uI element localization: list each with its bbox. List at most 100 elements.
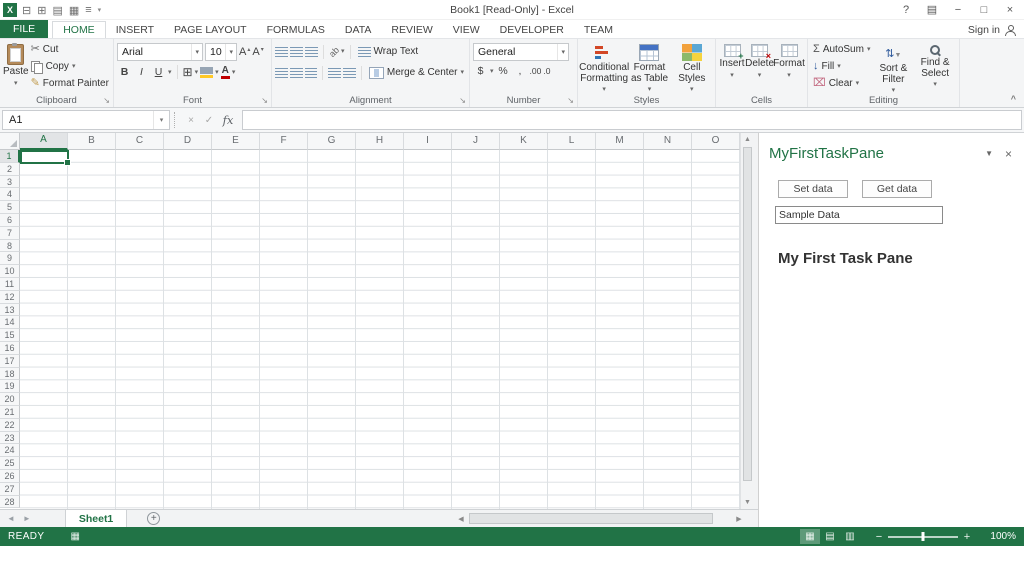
orientation-icon[interactable]: ab [327, 44, 341, 58]
cancel-icon[interactable]: × [182, 115, 200, 126]
merge-center-button[interactable]: Merge & Center ▾ [367, 64, 466, 81]
tab-insert[interactable]: INSERT [106, 21, 164, 38]
accounting-format-button[interactable]: $ [473, 65, 488, 77]
name-box-dropdown-icon[interactable]: ▾ [153, 111, 169, 129]
row-header-28[interactable]: 28 [0, 495, 20, 509]
tab-developer[interactable]: DEVELOPER [490, 21, 574, 38]
accounting-dropdown-icon[interactable]: ▾ [490, 68, 494, 75]
row-header-11[interactable]: 11 [0, 277, 20, 291]
tab-formulas[interactable]: FORMULAS [257, 21, 335, 38]
page-break-view-icon[interactable]: ▥ [840, 529, 860, 544]
font-size-combo[interactable]: 10 ▾ [205, 43, 237, 61]
column-header-A[interactable]: A [20, 133, 68, 150]
row-header-1[interactable]: 1 [0, 150, 20, 163]
column-header-K[interactable]: K [500, 133, 548, 150]
active-cell-selection[interactable] [20, 150, 71, 166]
increase-font-size-button[interactable]: A ▴ [239, 46, 250, 58]
tab-view[interactable]: VIEW [443, 21, 490, 38]
tab-team[interactable]: TEAM [574, 21, 623, 38]
paste-button[interactable]: Paste ▾ [3, 41, 29, 93]
column-header-M[interactable]: M [596, 133, 644, 150]
row-header-27[interactable]: 27 [0, 482, 20, 496]
name-box[interactable]: A1 ▾ [2, 110, 170, 130]
column-header-O[interactable]: O [692, 133, 740, 150]
formula-input[interactable] [242, 110, 1022, 130]
column-header-H[interactable]: H [356, 133, 404, 150]
underline-dropdown-icon[interactable]: ▾ [168, 69, 172, 76]
scroll-right-icon[interactable]: ▶ [733, 515, 745, 523]
select-all-corner[interactable] [0, 133, 20, 150]
task-pane-options-icon[interactable]: ▼ [985, 147, 993, 161]
column-header-N[interactable]: N [644, 133, 692, 150]
worksheet-grid[interactable]: ABCDEFGHIJKLMNO 1 2 3 4 5 6 7 8 9 10 11 12 13 14 15 16 1… [0, 133, 754, 509]
horizontal-scrollbar-thumb[interactable] [469, 513, 713, 524]
row-header-22[interactable]: 22 [0, 418, 20, 432]
tab-data[interactable]: DATA [335, 21, 381, 38]
sheet-tab-sheet1[interactable]: Sheet1 [64, 510, 128, 527]
macro-record-icon[interactable]: ▦ [70, 531, 79, 542]
zoom-level[interactable]: 100% [984, 531, 1016, 542]
comma-style-button[interactable]: , [513, 65, 528, 77]
increase-decimal-button[interactable]: .00 [530, 66, 542, 76]
row-header-23[interactable]: 23 [0, 431, 20, 445]
bold-button[interactable]: B [117, 66, 132, 78]
cell-styles-button[interactable]: Cell Styles ▾ [672, 41, 712, 93]
row-header-6[interactable]: 6 [0, 213, 20, 227]
underline-button[interactable]: U [151, 66, 166, 78]
align-top-icon[interactable] [275, 46, 288, 57]
scroll-up-icon[interactable]: ▲ [741, 133, 754, 146]
row-header-14[interactable]: 14 [0, 316, 20, 330]
wrap-text-button[interactable]: Wrap Text [356, 43, 421, 60]
column-header-D[interactable]: D [164, 133, 212, 150]
row-header-12[interactable]: 12 [0, 290, 20, 304]
scroll-down-icon[interactable]: ▼ [741, 496, 754, 509]
row-header-3[interactable]: 3 [0, 175, 20, 189]
increase-indent-icon[interactable] [343, 67, 356, 78]
row-header-24[interactable]: 24 [0, 444, 20, 458]
formula-bar-splitter[interactable] [174, 112, 178, 128]
copy-button[interactable]: Copy ▾ [29, 58, 111, 75]
sheet-nav-prev-icon[interactable]: ◄ [7, 514, 15, 523]
number-format-combo[interactable]: General ▾ [473, 43, 569, 61]
fill-button[interactable]: ↓ Fill ▾ [811, 58, 872, 75]
row-header-21[interactable]: 21 [0, 405, 20, 419]
tab-file[interactable]: FILE [0, 20, 49, 38]
column-header-G[interactable]: G [308, 133, 356, 150]
zoom-slider[interactable] [888, 530, 958, 543]
clipboard-dialog-launcher-icon[interactable]: ↘ [103, 97, 110, 105]
column-header-L[interactable]: L [548, 133, 596, 150]
font-color-icon[interactable]: A [220, 65, 230, 79]
ribbon-display-options-button[interactable]: ▤ [920, 1, 944, 19]
decrease-font-size-button[interactable]: A ▾ [252, 46, 263, 58]
align-bottom-icon[interactable] [305, 46, 318, 57]
row-header-16[interactable]: 16 [0, 341, 20, 355]
find-select-button[interactable]: Find & Select ▾ [914, 41, 956, 93]
cut-button[interactable]: ✂ Cut [29, 41, 111, 58]
row-header-17[interactable]: 17 [0, 354, 20, 368]
enter-icon[interactable]: ✓ [200, 115, 218, 126]
insert-function-icon[interactable]: fx [218, 113, 238, 127]
zoom-out-button[interactable]: − [872, 531, 886, 543]
get-data-button[interactable]: Get data [862, 180, 932, 198]
row-header-20[interactable]: 20 [0, 393, 20, 406]
borders-dropdown-icon[interactable]: ▾ [195, 69, 199, 76]
horizontal-scrollbar[interactable]: ◀ ▶ [455, 512, 745, 525]
set-data-button[interactable]: Set data [778, 180, 848, 198]
row-header-18[interactable]: 18 [0, 367, 20, 381]
align-center-icon[interactable] [289, 67, 303, 78]
column-header-E[interactable]: E [212, 133, 260, 150]
font-family-combo[interactable]: Arial ▾ [117, 43, 203, 61]
format-cells-button[interactable]: Format ▾ [773, 41, 805, 93]
scroll-left-icon[interactable]: ◀ [455, 515, 467, 523]
italic-button[interactable]: I [134, 66, 149, 78]
borders-icon[interactable]: ⊞ [183, 66, 193, 78]
row-header-13[interactable]: 13 [0, 303, 20, 317]
sort-filter-button[interactable]: ⇅▼ Sort & Filter ▾ [872, 41, 914, 95]
tab-review[interactable]: REVIEW [381, 21, 442, 38]
column-header-C[interactable]: C [116, 133, 164, 150]
collapse-ribbon-icon[interactable]: ^ [1011, 94, 1016, 104]
zoom-in-button[interactable]: + [960, 531, 974, 543]
decrease-indent-icon[interactable] [328, 67, 342, 78]
maximize-button[interactable]: □ [972, 1, 996, 19]
row-header-8[interactable]: 8 [0, 239, 20, 253]
